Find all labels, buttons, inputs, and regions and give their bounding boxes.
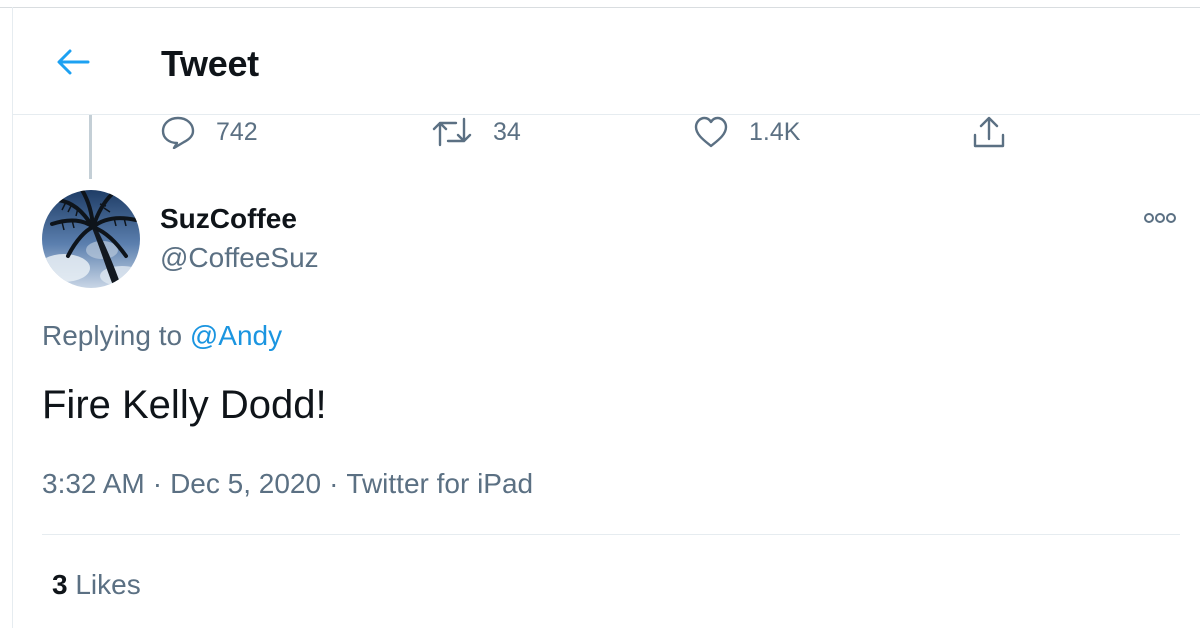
likes-number: 3 xyxy=(52,569,68,600)
more-options-icon xyxy=(1144,213,1176,223)
parent-tweet-action-bar: 742 34 1.4K xyxy=(13,115,1200,155)
page-header: Tweet xyxy=(13,8,1200,115)
more-options-button[interactable] xyxy=(1140,204,1180,232)
heart-icon xyxy=(694,116,728,148)
replying-to-label: Replying to xyxy=(42,320,183,351)
replying-to-line: Replying to @Andy xyxy=(42,320,282,352)
reply-action-button[interactable]: 742 xyxy=(160,115,258,149)
likes-label: Likes xyxy=(75,569,141,600)
user-display-name[interactable]: SuzCoffee xyxy=(160,203,297,235)
retweet-count: 34 xyxy=(493,117,521,146)
retweet-action-button[interactable]: 34 xyxy=(431,115,521,149)
divider xyxy=(42,534,1180,535)
likes-count-link[interactable]: 3 Likes xyxy=(52,569,141,601)
tweet-metadata: 3:32 AM · Dec 5, 2020 · Twitter for iPad xyxy=(42,468,533,500)
tweet-time[interactable]: 3:32 AM xyxy=(42,468,145,499)
user-handle[interactable]: @CoffeeSuz xyxy=(160,242,319,274)
avatar[interactable] xyxy=(42,190,140,288)
tweet-text: Fire Kelly Dodd! xyxy=(42,383,327,427)
like-action-button[interactable]: 1.4K xyxy=(693,115,800,149)
separator-dot: · xyxy=(329,468,339,499)
back-button[interactable] xyxy=(53,45,93,79)
comment-icon xyxy=(161,116,195,149)
tweet-source[interactable]: Twitter for iPad xyxy=(346,468,533,499)
share-icon xyxy=(973,116,1005,148)
replying-to-handle-link[interactable]: @Andy xyxy=(190,320,282,351)
separator-dot: · xyxy=(152,468,163,499)
reply-count: 742 xyxy=(216,117,258,146)
tweet-date[interactable]: Dec 5, 2020 xyxy=(170,468,321,499)
page-title: Tweet xyxy=(161,43,259,84)
retweet-icon xyxy=(432,117,472,147)
share-action-button[interactable] xyxy=(971,115,1007,149)
arrow-left-icon xyxy=(57,49,90,75)
like-count: 1.4K xyxy=(749,117,801,146)
tweet-page: Tweet 742 34 1.4K SuzCoffee @CoffeeSuz R… xyxy=(0,0,1200,628)
palm-tree-avatar-image xyxy=(42,190,140,288)
